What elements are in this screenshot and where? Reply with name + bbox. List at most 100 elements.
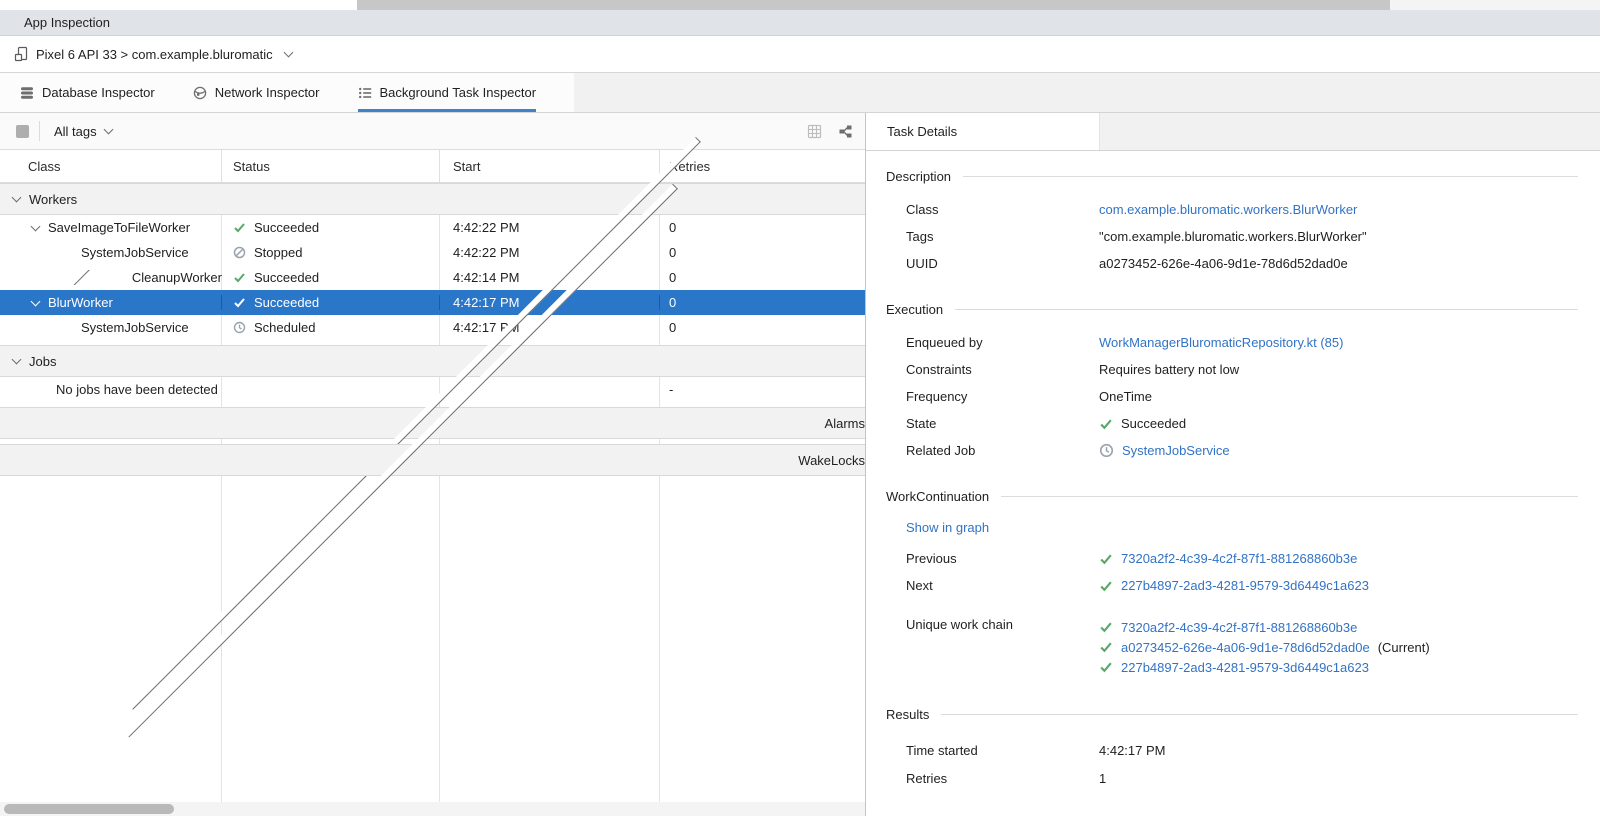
detail-label: Constraints — [906, 362, 1099, 377]
section-results: Results — [886, 707, 1578, 722]
detail-label: Previous — [906, 551, 1099, 566]
tag-filter-dropdown[interactable]: All tags — [54, 124, 112, 139]
group-row-wakelocks[interactable]: WakeLocks — [0, 444, 865, 476]
device-selector-label: Pixel 6 API 33 > com.example.bluromatic — [36, 47, 273, 62]
column-header-status[interactable]: Status — [222, 150, 440, 182]
tag-filter-label: All tags — [54, 124, 97, 139]
scrollbar-thumb[interactable] — [357, 0, 1390, 10]
worker-class: SaveImageToFileWorker — [48, 220, 190, 235]
task-details-title: Task Details — [866, 113, 1100, 150]
start-time: 4:42:22 PM — [440, 245, 660, 260]
check-icon — [233, 296, 246, 309]
tab-label: Database Inspector — [42, 85, 155, 100]
check-icon — [1099, 640, 1113, 654]
tab-database-inspector[interactable]: Database Inspector — [20, 73, 155, 112]
retries-count: 0 — [660, 245, 865, 260]
detail-row: Next 227b4897-2ad3-4281-9579-3d6449c1a62… — [906, 572, 1578, 599]
column-header-start[interactable]: Start — [440, 150, 660, 182]
retries-count: 0 — [660, 320, 865, 335]
scrollbar-thumb[interactable] — [4, 804, 174, 814]
table-icon[interactable] — [807, 124, 822, 139]
column-header-retries[interactable]: Retries — [660, 150, 865, 182]
chain-work-link[interactable]: 7320a2f2-4c39-4c2f-87f1-881268860b3e — [1121, 620, 1357, 635]
status-label: Succeeded — [254, 220, 319, 235]
clock-icon — [233, 321, 246, 334]
detail-label: Tags — [906, 229, 1099, 244]
column-header-class[interactable]: Class — [0, 150, 222, 182]
related-job-link[interactable]: SystemJobService — [1122, 443, 1230, 458]
section-title: Execution — [886, 302, 943, 317]
task-details-panel: Task Details Description Class com.examp… — [866, 113, 1600, 816]
detail-row: Previous 7320a2f2-4c39-4c2f-87f1-8812688… — [906, 545, 1578, 572]
check-icon — [233, 221, 246, 234]
section-description: Description — [886, 169, 1578, 184]
chevron-down-icon[interactable] — [12, 193, 22, 203]
table-row[interactable]: SystemJobService Scheduled 4:42:17 PM 0 — [0, 315, 865, 340]
status-label: Scheduled — [254, 320, 315, 335]
tab-background-task-inspector[interactable]: Background Task Inspector — [358, 73, 537, 112]
inspector-tabstrip: Database Inspector Network Inspector Bac… — [0, 73, 1600, 113]
check-icon — [1099, 552, 1113, 566]
check-icon — [233, 271, 246, 284]
status-label: Stopped — [254, 245, 302, 260]
section-title: Description — [886, 169, 951, 184]
detail-value: "com.example.bluromatic.workers.BlurWork… — [1099, 229, 1367, 244]
detail-value: Requires battery not low — [1099, 362, 1239, 377]
chain-work-link-current[interactable]: a0273452-626e-4a06-9d1e-78d6d52dad0e — [1121, 640, 1370, 655]
state-value: Succeeded — [1121, 416, 1186, 431]
device-selector[interactable]: Pixel 6 API 33 > com.example.bluromatic — [0, 36, 1600, 73]
group-label: Workers — [29, 192, 77, 207]
detail-row: Retries 1 — [906, 764, 1578, 792]
chevron-down-icon[interactable] — [31, 296, 41, 306]
tab-network-inspector[interactable]: Network Inspector — [193, 73, 320, 112]
toolbar-separator — [39, 121, 40, 141]
detail-row: UUID a0273452-626e-4a06-9d1e-78d6d52dad0… — [906, 250, 1578, 277]
detail-label: Class — [906, 202, 1099, 217]
class-link[interactable]: com.example.bluromatic.workers.BlurWorke… — [1099, 202, 1357, 217]
table-header: Class Status Start Retries — [0, 150, 865, 183]
stopped-icon — [233, 246, 246, 259]
table-row[interactable]: CleanupWorker Succeeded 4:42:14 PM 0 — [0, 265, 865, 290]
group-row-workers[interactable]: Workers — [0, 183, 865, 215]
task-details-header: Task Details — [866, 113, 1600, 151]
current-marker: (Current) — [1378, 640, 1430, 655]
table-row-selected[interactable]: BlurWorker Succeeded 4:42:17 PM 0 — [0, 290, 865, 315]
show-in-graph-link[interactable]: Show in graph — [906, 520, 1578, 535]
next-work-link[interactable]: 227b4897-2ad3-4281-9579-3d6449c1a623 — [1121, 578, 1369, 593]
previous-work-link[interactable]: 7320a2f2-4c39-4c2f-87f1-881268860b3e — [1121, 551, 1357, 566]
worker-class: BlurWorker — [48, 295, 113, 310]
detail-label: Unique work chain — [906, 617, 1099, 677]
detail-value: 4:42:17 PM — [1099, 743, 1166, 758]
group-row-jobs[interactable]: Jobs — [0, 345, 865, 377]
chain-work-link[interactable]: 227b4897-2ad3-4281-9579-3d6449c1a623 — [1121, 660, 1369, 675]
detail-row: Related Job SystemJobService — [906, 437, 1578, 464]
database-icon — [20, 86, 34, 100]
detail-label: State — [906, 416, 1099, 431]
retries-count: 0 — [660, 270, 865, 285]
worker-class: CleanupWorker — [132, 270, 222, 285]
task-details-content: Description Class com.example.bluromatic… — [866, 151, 1600, 816]
enqueued-by-link[interactable]: WorkManagerBluromaticRepository.kt (85) — [1099, 335, 1343, 350]
worker-class: SystemJobService — [81, 320, 189, 335]
check-icon — [1099, 660, 1113, 674]
detail-row: Time started 4:42:17 PM — [906, 736, 1578, 764]
detail-row: Class com.example.bluromatic.workers.Blu… — [906, 196, 1578, 223]
section-workcontinuation: WorkContinuation — [886, 489, 1578, 504]
chevron-right-icon[interactable] — [43, 270, 112, 285]
graph-icon[interactable] — [838, 124, 853, 139]
group-label: Alarms — [825, 416, 865, 431]
stop-icon[interactable] — [16, 125, 29, 138]
chevron-down-icon[interactable] — [31, 221, 41, 231]
scrollbar-track-end — [1390, 0, 1600, 10]
chevron-down-icon[interactable] — [12, 355, 22, 365]
table-row[interactable]: SystemJobService Stopped 4:42:22 PM 0 — [0, 240, 865, 265]
phone-icon — [14, 46, 30, 62]
tab-label: Background Task Inspector — [380, 85, 537, 100]
detail-value: a0273452-626e-4a06-9d1e-78d6d52dad0e — [1099, 256, 1348, 271]
table-row[interactable]: SaveImageToFileWorker Succeeded 4:42:22 … — [0, 215, 865, 240]
group-label: WakeLocks — [798, 453, 865, 468]
detail-label: Frequency — [906, 389, 1099, 404]
retries-count: - — [660, 382, 865, 397]
horizontal-scrollbar[interactable] — [0, 802, 865, 816]
status-label: Succeeded — [254, 295, 319, 310]
